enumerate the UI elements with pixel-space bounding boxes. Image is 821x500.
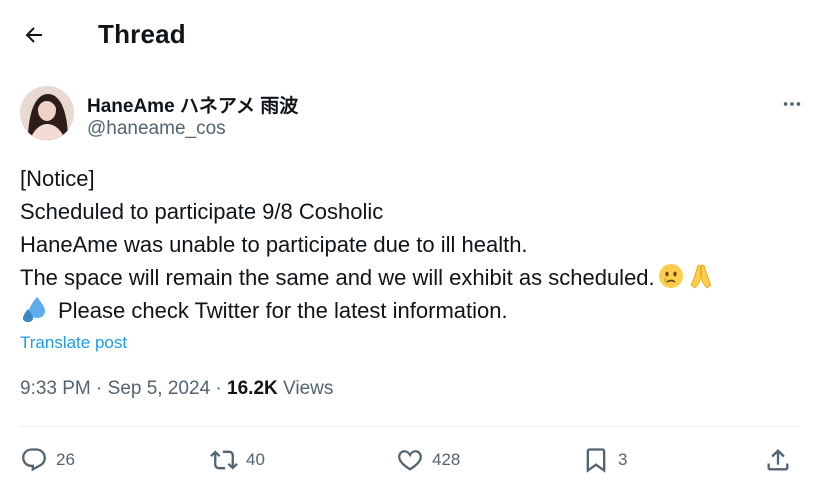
reply-count: 26 bbox=[56, 450, 75, 469]
bookmark-icon bbox=[586, 448, 606, 473]
meta-separator: · bbox=[210, 378, 228, 399]
sweat-droplets-icon bbox=[23, 297, 45, 322]
meta-separator: · bbox=[90, 378, 108, 399]
arrow-left-icon bbox=[25, 27, 42, 43]
post-line: HaneAme was unable to participate due to… bbox=[20, 232, 528, 257]
reply-icon bbox=[22, 448, 46, 472]
header: Thread bbox=[0, 0, 821, 70]
avatar-image bbox=[20, 86, 74, 140]
more-button[interactable] bbox=[774, 86, 810, 122]
repost-icon bbox=[210, 450, 238, 470]
repost-button[interactable]: 40 bbox=[210, 440, 265, 480]
share-button[interactable] bbox=[764, 440, 792, 480]
post-line-text: Please check Twitter for the latest info… bbox=[58, 298, 508, 323]
action-bar: 26 40 428 3 bbox=[20, 440, 800, 480]
post-line-with-emoji: Please check Twitter for the latest info… bbox=[20, 294, 810, 327]
like-button[interactable]: 428 bbox=[396, 440, 460, 480]
author-row: HaneAme ハネアメ 雨波 @haneame_cos bbox=[20, 84, 810, 144]
like-count: 428 bbox=[432, 450, 461, 469]
author-display-name[interactable]: HaneAme ハネアメ 雨波 bbox=[87, 91, 298, 118]
divider bbox=[20, 426, 800, 427]
post-line: [Notice] bbox=[20, 166, 95, 191]
post-meta: 9:33 PM · Sep 5, 2024 · 16.2K Views bbox=[20, 378, 333, 400]
bookmark-button[interactable]: 3 bbox=[582, 440, 627, 480]
translate-post-link[interactable]: Translate post bbox=[20, 333, 127, 353]
post-time[interactable]: 9:33 PM bbox=[20, 378, 91, 399]
views-label: Views bbox=[283, 378, 334, 399]
folded-hands-icon bbox=[690, 264, 712, 289]
post-line-text: The space will remain the same and we wi… bbox=[20, 265, 655, 290]
page-title: Thread bbox=[98, 19, 186, 49]
author-handle[interactable]: @haneame_cos bbox=[87, 118, 226, 140]
post-line: Scheduled to participate 9/8 Cosholic bbox=[20, 199, 384, 224]
back-button[interactable] bbox=[16, 17, 52, 53]
repost-count: 40 bbox=[246, 450, 265, 469]
avatar[interactable] bbox=[20, 86, 74, 140]
share-icon bbox=[767, 449, 789, 471]
heart-icon bbox=[398, 450, 422, 471]
views-count: 16.2K bbox=[227, 378, 278, 399]
reply-button[interactable]: 26 bbox=[20, 440, 75, 480]
post-text: [Notice] Scheduled to participate 9/8 Co… bbox=[20, 162, 810, 327]
post-line-with-emoji: The space will remain the same and we wi… bbox=[20, 261, 810, 294]
bookmark-count: 3 bbox=[618, 450, 628, 469]
post-date[interactable]: Sep 5, 2024 bbox=[108, 378, 210, 399]
more-horizontal-icon bbox=[783, 102, 801, 106]
face-holding-back-tears-icon bbox=[658, 264, 683, 288]
